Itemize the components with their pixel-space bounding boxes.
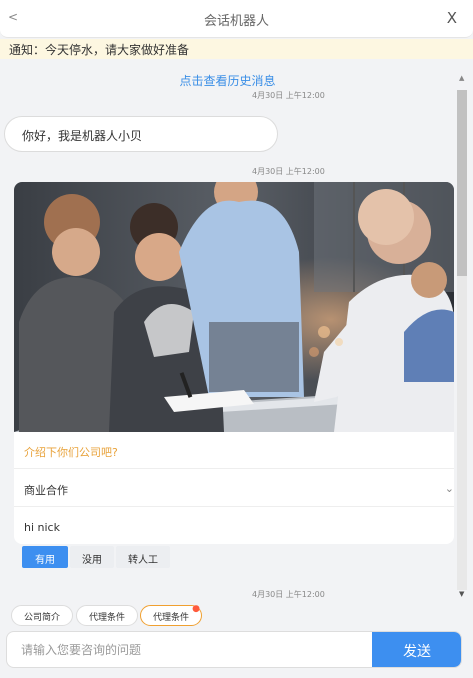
page-title: 会话机器人 — [203, 14, 269, 29]
divider — [14, 506, 454, 507]
quick-reply-label: 代理条件 — [152, 613, 189, 623]
bot-card: 介绍下你们公司吧? 商业合作 ⌄ hi nick — [14, 182, 454, 544]
message-input[interactable] — [7, 632, 372, 667]
quick-reply-agent-terms-active[interactable]: 代理条件 ● — [140, 604, 202, 626]
timestamp: 4月30日 上午12:00 — [252, 590, 325, 599]
divider — [14, 468, 454, 469]
send-button[interactable]: 发送 — [372, 632, 461, 667]
bot-message: 你好，我是机器人小贝 — [4, 116, 278, 152]
card-reply: hi nick — [24, 521, 60, 534]
notice-banner: 通知：今天停水，请大家做好准备 — [0, 39, 473, 59]
timestamp: 4月30日 上午12:00 — [252, 91, 325, 100]
quick-reply-agent-terms[interactable]: 代理条件 — [76, 605, 138, 626]
close-icon[interactable]: X — [447, 9, 457, 27]
card-question[interactable]: 介绍下你们公司吧? — [24, 444, 118, 460]
quick-reply-company-intro[interactable]: 公司简介 — [11, 605, 73, 626]
chat-scrollbar[interactable]: ▲ ▼ — [455, 70, 469, 605]
chat-area: 点击查看历史消息 4月30日 上午12:00 你好，我是机器人小贝 4月30日 … — [0, 60, 455, 600]
history-link[interactable]: 点击查看历史消息 — [0, 72, 455, 89]
human-agent-button[interactable]: 转人工 — [116, 546, 170, 568]
meeting-photo — [14, 182, 454, 432]
composer: 发送 — [6, 631, 462, 668]
new-badge-icon: ● — [192, 604, 200, 614]
scroll-down-icon[interactable]: ▼ — [459, 590, 464, 598]
useful-button[interactable]: 有用 — [22, 546, 68, 568]
scroll-up-icon[interactable]: ▲ — [459, 74, 464, 82]
useless-button[interactable]: 没用 — [70, 546, 114, 568]
card-category[interactable]: 商业合作 — [24, 482, 68, 498]
scroll-thumb[interactable] — [457, 90, 467, 276]
chat-header: < 会话机器人 X — [0, 0, 473, 38]
timestamp: 4月30日 上午12:00 — [252, 167, 325, 176]
chevron-down-icon[interactable]: ⌄ — [445, 482, 454, 495]
